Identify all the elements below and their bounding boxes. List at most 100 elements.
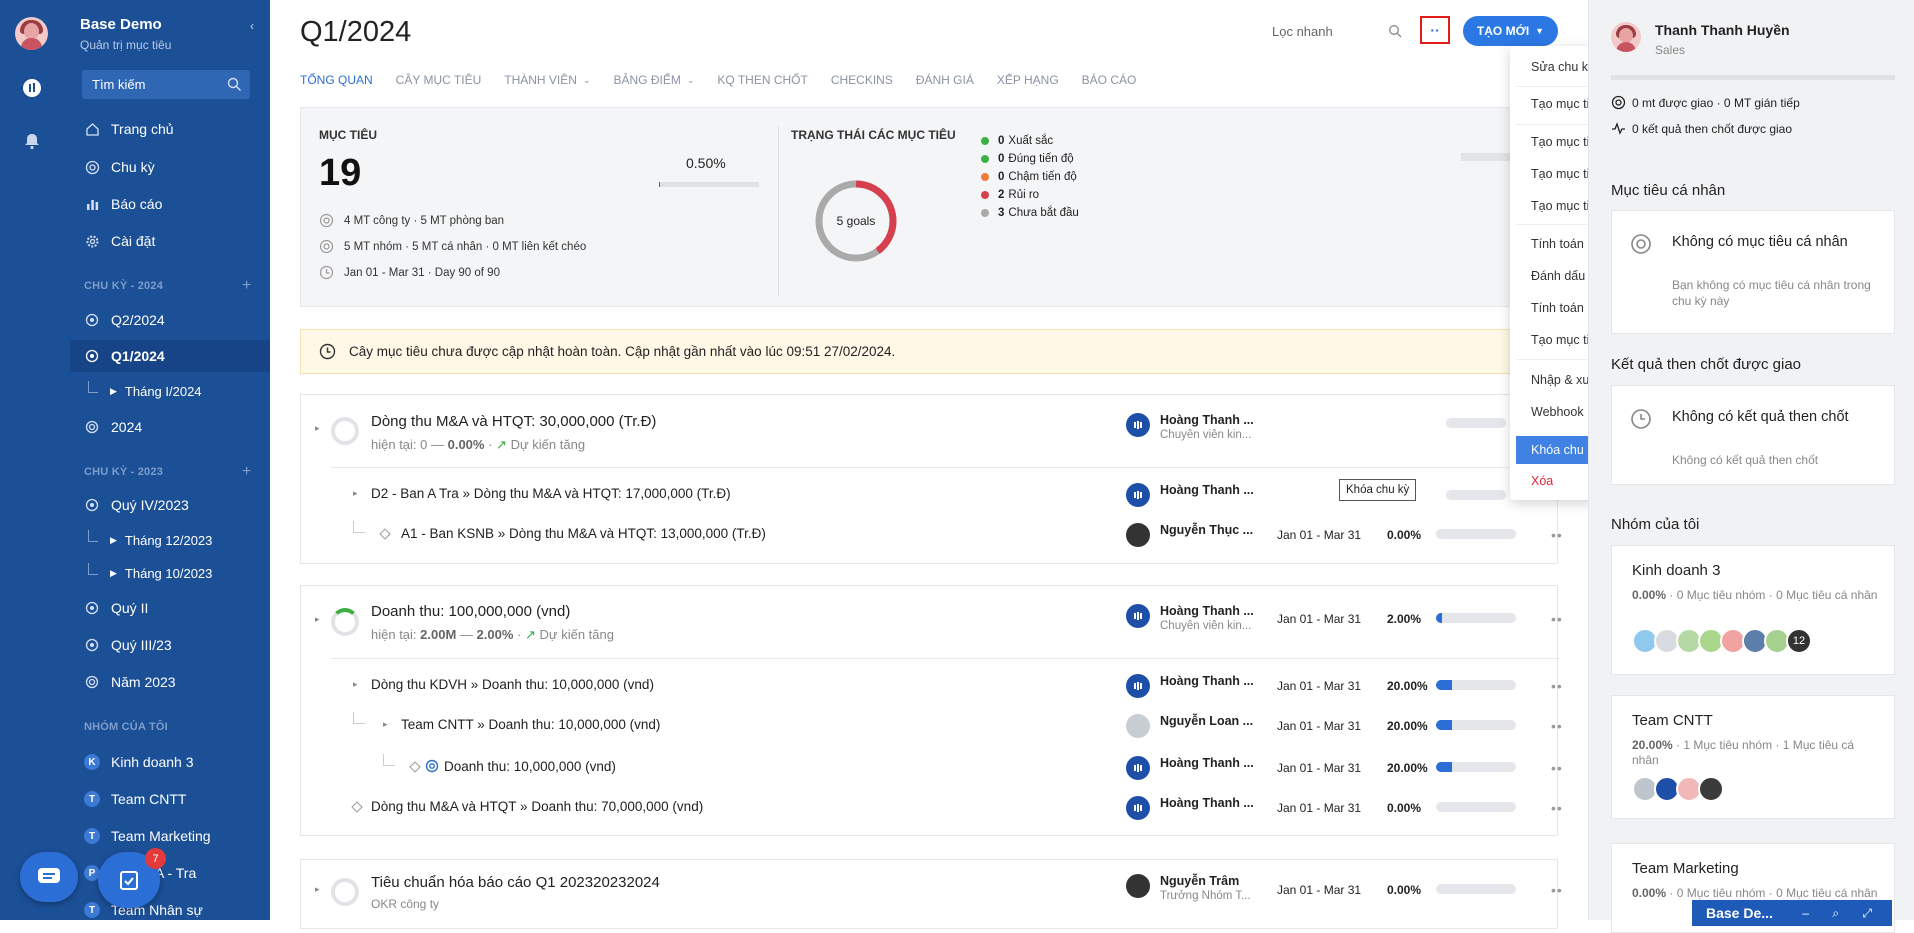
sidebar-item-q1-2024[interactable]: Q1/2024 bbox=[70, 340, 270, 372]
trend-up-icon: ↗ bbox=[524, 627, 536, 642]
goal-row[interactable]: ▸ Dòng thu KDVH » Doanh thu: 10,000,000 … bbox=[301, 666, 1562, 706]
owner-name: Hoàng Thanh ... bbox=[1160, 604, 1254, 618]
goal-row[interactable]: Doanh thu: 10,000,000 (vnd) Hoàng Thanh … bbox=[301, 748, 1562, 788]
tab-members[interactable]: THÀNH VIÊN ⌄ bbox=[504, 70, 590, 90]
owner-name: Hoàng Thanh ... bbox=[1160, 413, 1254, 427]
sidebar-search-input[interactable]: Tìm kiếm bbox=[82, 70, 250, 99]
expand-icon[interactable]: ▸ bbox=[315, 423, 320, 434]
sidebar-group-team-nhan-su[interactable]: T Team Nhân sự bbox=[70, 894, 270, 926]
goal-row[interactable]: A1 - Ban KSNB » Dòng thu M&A và HTQT: 13… bbox=[301, 515, 1562, 555]
sidebar-item-label: Q2/2024 bbox=[111, 312, 165, 328]
expand-icon[interactable]: ▶ bbox=[110, 386, 117, 397]
status-heading: TRẠNG THÁI CÁC MỤC TIÊU bbox=[791, 128, 956, 142]
row-more-icon[interactable]: •• bbox=[1551, 678, 1563, 694]
row-more-icon[interactable]: •• bbox=[1551, 760, 1563, 776]
avatar bbox=[1126, 674, 1150, 698]
expand-icon[interactable]: ▸ bbox=[383, 719, 388, 730]
goal-owner: Hoàng Thanh ... Chuyên viên kin... bbox=[1126, 604, 1254, 632]
sidebar-item-thang1-2024[interactable]: ▶ Tháng I/2024 bbox=[70, 377, 270, 405]
goals-percent: 0.50% bbox=[686, 155, 726, 171]
goal-row[interactable]: ▸ Doanh thu: 100,000,000 (vnd) hiện tại:… bbox=[301, 598, 1562, 648]
expand-icon[interactable]: ▸ bbox=[315, 614, 320, 625]
goal-title[interactable]: Doanh thu: 100,000,000 (vnd) bbox=[371, 603, 570, 620]
tab-key-results[interactable]: KQ THEN CHỐT bbox=[717, 70, 807, 90]
avatar bbox=[1126, 756, 1150, 780]
goal-title[interactable]: Dòng thu M&A và HTQT » Doanh thu: 70,000… bbox=[371, 799, 703, 814]
tab-checkins[interactable]: CHECKINS bbox=[831, 70, 893, 90]
expand-icon[interactable]: ▸ bbox=[315, 884, 320, 895]
diamond-icon bbox=[351, 801, 363, 813]
sidebar-item-report[interactable]: Báo cáo bbox=[70, 188, 270, 220]
goal-percent: 20.00% bbox=[1387, 719, 1428, 733]
tab-review[interactable]: ĐÁNH GIÁ bbox=[916, 70, 974, 90]
row-more-icon[interactable]: •• bbox=[1551, 882, 1563, 898]
sidebar-item-nam2023[interactable]: Năm 2023 bbox=[70, 666, 270, 698]
assigned-goals-stat: 0 mt được giao · 0 MT gián tiếp bbox=[1611, 95, 1800, 110]
expand-icon[interactable]: ▸ bbox=[353, 679, 358, 690]
quick-filter-input[interactable]: Lọc nhanh bbox=[1270, 20, 1420, 44]
goal-row[interactable]: Dòng thu M&A và HTQT » Doanh thu: 70,000… bbox=[301, 788, 1562, 828]
sidebar-group-kinh-doanh-3[interactable]: K Kinh doanh 3 bbox=[70, 746, 270, 778]
sidebar-group-team-marketing[interactable]: T Team Marketing bbox=[70, 820, 270, 852]
create-new-button[interactable]: TẠO MỚI ▼ bbox=[1463, 16, 1558, 46]
add-cycle-icon[interactable]: + bbox=[242, 277, 252, 295]
sidebar-item-thang10-2023[interactable]: ▶ Tháng 10/2023 bbox=[70, 559, 270, 587]
sidebar-item-cycle[interactable]: Chu kỳ bbox=[70, 151, 270, 183]
sidebar-item-quy2[interactable]: Quý II bbox=[70, 592, 270, 624]
row-more-icon[interactable]: •• bbox=[1551, 800, 1563, 816]
tab-bar: TỔNG QUAN CÂY MỤC TIÊU THÀNH VIÊN ⌄ BẢNG … bbox=[300, 70, 1159, 90]
chat-button[interactable] bbox=[20, 852, 78, 902]
expand-icon[interactable]: ▶ bbox=[110, 535, 117, 546]
sidebar-item-q2-2024[interactable]: Q2/2024 bbox=[70, 304, 270, 336]
bell-icon[interactable] bbox=[21, 130, 42, 151]
sidebar-item-quy3-23[interactable]: Quý III/23 bbox=[70, 629, 270, 661]
row-more-icon[interactable]: •• bbox=[1551, 527, 1563, 543]
more-options-button[interactable]: ·· bbox=[1420, 16, 1450, 44]
tab-scoreboard[interactable]: BẢNG ĐIỂM ⌄ bbox=[613, 70, 694, 90]
sidebar-item-2024[interactable]: 2024 bbox=[70, 411, 270, 443]
expand-icon[interactable]: ▶ bbox=[110, 568, 117, 579]
goal-title[interactable]: A1 - Ban KSNB » Dòng thu M&A và HTQT: 13… bbox=[401, 526, 766, 541]
sidebar-item-settings[interactable]: Cài đặt bbox=[70, 225, 270, 257]
tab-ranking[interactable]: XẾP HẠNG bbox=[997, 70, 1059, 90]
row-more-icon[interactable]: •• bbox=[1551, 718, 1563, 734]
row-more-icon[interactable]: •• bbox=[1551, 611, 1563, 627]
group-card-team-cntt[interactable]: Team CNTT 20.00% · 1 Mục tiêu nhóm · 1 M… bbox=[1611, 695, 1895, 819]
goal-row[interactable]: ▸ Team CNTT » Doanh thu: 10,000,000 (vnd… bbox=[301, 706, 1562, 746]
create-new-label: TẠO MỚI bbox=[1476, 24, 1530, 38]
tab-overview[interactable]: TỔNG QUAN bbox=[300, 70, 373, 90]
tab-report[interactable]: BÁO CÁO bbox=[1082, 70, 1137, 90]
progress-bar bbox=[1436, 680, 1516, 690]
sidebar-item-thang12-2023[interactable]: ▶ Tháng 12/2023 bbox=[70, 526, 270, 554]
goal-row[interactable]: ▸ Tiêu chuẩn hóa báo cáo Q1 202320232024… bbox=[301, 868, 1562, 918]
user-avatar[interactable] bbox=[15, 17, 48, 50]
group-card-kinh-doanh-3[interactable]: Kinh doanh 3 0.00% · 0 Mục tiêu nhóm · 0… bbox=[1611, 545, 1895, 675]
goal-row[interactable]: ▸ Dòng thu M&A và HTQT: 30,000,000 (Tr.Đ… bbox=[301, 407, 1562, 457]
sidebar-item-q4-2023[interactable]: Quý IV/2023 bbox=[70, 489, 270, 521]
collapse-sidebar-icon[interactable]: ‹ bbox=[250, 19, 262, 33]
tab-goal-tree[interactable]: CÂY MỤC TIÊU bbox=[396, 70, 482, 90]
user-avatar[interactable] bbox=[1611, 22, 1641, 52]
chat-window-bar[interactable]: Base De... – ⌕ ⤢ bbox=[1692, 900, 1892, 926]
status-dot bbox=[981, 137, 989, 145]
expand-icon[interactable]: ▸ bbox=[353, 488, 358, 499]
search-icon bbox=[227, 77, 241, 91]
goal-title[interactable]: Team CNTT » Doanh thu: 10,000,000 (vnd) bbox=[401, 717, 660, 732]
goal-date: Jan 01 - Mar 31 bbox=[1277, 679, 1362, 693]
add-cycle-icon[interactable]: + bbox=[242, 463, 252, 481]
goal-title[interactable]: Tiêu chuẩn hóa báo cáo Q1 202320232024 bbox=[371, 874, 660, 891]
avatar bbox=[1126, 874, 1150, 898]
trend-up-icon: ↗ bbox=[496, 437, 507, 452]
goal-title[interactable]: Doanh thu: 10,000,000 (vnd) bbox=[444, 759, 616, 774]
goal-title[interactable]: Dòng thu KDVH » Doanh thu: 10,000,000 (v… bbox=[371, 677, 654, 692]
sidebar-item-home[interactable]: Trang chủ bbox=[70, 113, 270, 145]
notice-text: Cây mục tiêu chưa được cập nhật hoàn toà… bbox=[349, 344, 896, 359]
chat-controls[interactable]: – ⌕ ⤢ bbox=[1802, 906, 1882, 921]
goal-type: OKR công ty bbox=[371, 897, 440, 911]
goal-owner: Hoàng Thanh ... bbox=[1126, 796, 1254, 820]
goal-title[interactable]: Dòng thu M&A và HTQT: 30,000,000 (Tr.Đ) bbox=[371, 413, 656, 430]
goals-app-icon[interactable] bbox=[21, 77, 42, 98]
sidebar-group-team-cntt[interactable]: T Team CNTT bbox=[70, 783, 270, 815]
goal-title[interactable]: D2 - Ban A Tra » Dòng thu M&A và HTQT: 1… bbox=[371, 486, 731, 501]
group-stats: 20.00% · 1 Mục tiêu nhóm · 1 Mục tiêu cá… bbox=[1632, 738, 1855, 767]
